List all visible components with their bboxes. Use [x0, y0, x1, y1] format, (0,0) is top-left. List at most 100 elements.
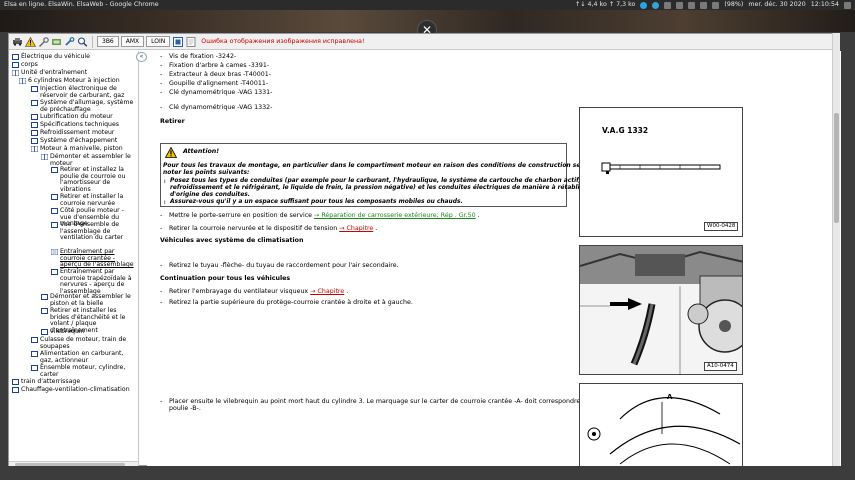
bullet: -: [160, 104, 163, 111]
clock-text[interactable]: 12:10:54: [811, 0, 839, 10]
page-icon: [51, 269, 58, 275]
figure-title: V.A.G 1332: [602, 126, 649, 135]
page-icon: [51, 208, 58, 214]
bullet: -: [160, 225, 163, 232]
print-icon[interactable]: [172, 36, 183, 47]
tree-item-ventilation-carter[interactable]: Vue d'ensemble de l'assemblage de ventil…: [51, 221, 135, 242]
keyboard-icon[interactable]: [676, 1, 684, 9]
figure-timing-belt: A: [579, 383, 743, 467]
open-book-icon: [11, 69, 20, 77]
page-icon[interactable]: [185, 36, 196, 47]
tools-icon[interactable]: [38, 36, 49, 47]
warning-bullet-1-cont: refroidissement et le réfrigérant, le li…: [170, 185, 610, 191]
tree-item-courroie-crantee[interactable]: Entraînement par courroie crantée - aper…: [50, 248, 135, 269]
step-text: Retirer l'embrayage du ventilateur visqu…: [169, 288, 349, 295]
step-text: Mettre le porte-serrure en position de s…: [169, 212, 480, 219]
elsawin-window: 3B6 AMX LOIN Ошибка отображения изображе…: [8, 33, 841, 467]
tree-item-train-atterrissage[interactable]: train d'atterrissage: [12, 378, 136, 386]
book-icon: [31, 130, 38, 136]
bullet: -: [160, 288, 163, 295]
torque-wrench-drawing: [601, 162, 721, 174]
status-message: Ошибка отображения изображения исправлен…: [201, 38, 365, 45]
bullet: -: [160, 62, 163, 69]
tree-item-poulie[interactable]: Retirer et installez la poulie de courro…: [51, 166, 135, 193]
tree-item-corps[interactable]: corps: [12, 61, 136, 69]
bullet: -: [160, 53, 163, 60]
bullet: -: [160, 89, 163, 96]
tree-item-piston-bielle[interactable]: Démonter et assembler le piston et la bi…: [41, 293, 135, 307]
car-icon[interactable]: [12, 36, 23, 47]
book-icon: [31, 86, 38, 92]
book-icon: [31, 114, 38, 120]
tree-item-vilebrequin[interactable]: vilebrequin: [41, 328, 135, 336]
tree-item-moteur-manivelle[interactable]: Moteur à manivelle, piston: [30, 145, 135, 153]
tree-item-echappement[interactable]: Système d'échappement: [31, 137, 135, 145]
settings-gear-icon[interactable]: [844, 1, 851, 9]
tree-item-lubrification[interactable]: Lubrification du moteur: [31, 113, 135, 121]
link-chapitre[interactable]: → Chapitre: [310, 288, 344, 295]
date-text[interactable]: mer. déc. 30 2020: [748, 0, 805, 10]
book-icon: [12, 62, 19, 68]
tree-item-allumage[interactable]: Système d'allumage, système de préchauff…: [31, 99, 135, 113]
section-heading-retirer: Retirer: [160, 118, 185, 125]
engine-3b6-button[interactable]: 3B6: [97, 36, 119, 47]
volume-icon[interactable]: [700, 1, 708, 9]
tool-item: Fixation d'arbre à cames -3391-: [169, 62, 270, 69]
tree-item-courroie-trapezoidale[interactable]: Entraînement par courroie trapézoïdale à…: [51, 268, 135, 295]
link-chapitre[interactable]: → Chapitre: [339, 225, 373, 232]
section-heading-climatisation: Véhicules avec système de climatisation: [160, 237, 304, 244]
engine-loin-button[interactable]: LOIN: [146, 36, 171, 47]
content-vertical-scrollbar[interactable]: [832, 33, 840, 466]
link-reparation-carrosserie[interactable]: → Réparation de carrosserie extérieure; …: [314, 212, 476, 219]
page-icon: [51, 222, 58, 228]
tree-item-ensemble-moteur[interactable]: Ensemble moteur, cylindre, carter: [31, 364, 135, 378]
bullet: -: [160, 80, 163, 87]
scrollbar-thumb[interactable]: [834, 113, 839, 223]
wrench-icon[interactable]: [64, 36, 75, 47]
bullet: -: [160, 398, 163, 405]
app-tray-icon[interactable]: [664, 1, 672, 9]
tree-item-culasse[interactable]: Culasse de moteur, train de soupapes: [31, 336, 135, 350]
warning-bullet-2: Assurez-vous qu'il y a un espace suffisa…: [170, 199, 463, 205]
bullet: -: [160, 299, 163, 306]
step-text: Retirez la partie supérieure du protège-…: [169, 299, 413, 306]
toolbar-separator: [92, 35, 93, 48]
figure-torque-wrench: V.A.G 1332 W00-0428: [579, 107, 743, 237]
tool-item: Clé dynamométrique -VAG 1331-: [169, 89, 273, 96]
tool-item: Vis de fixation -3242-: [169, 53, 237, 60]
page-icon: [51, 167, 58, 173]
engine-amx-button[interactable]: AMX: [120, 36, 145, 47]
search-icon[interactable]: [77, 36, 88, 47]
open-book-icon: [30, 145, 39, 153]
tree-item-alimentation[interactable]: Alimentation en carburant, gaz, actionne…: [31, 350, 135, 364]
figure-marker-a: A: [667, 393, 673, 401]
tree-item-chauffage[interactable]: Chauffage-ventilation-climatisation: [12, 386, 136, 394]
book-icon: [31, 365, 38, 371]
diagnostic-icon[interactable]: [51, 36, 62, 47]
telegram-icon[interactable]: [652, 1, 660, 9]
open-book-icon: [40, 153, 49, 161]
tree-item-injection[interactable]: Injection électronique de réservoir de c…: [31, 85, 135, 99]
battery-icon[interactable]: [712, 1, 720, 9]
skype-icon[interactable]: [640, 1, 648, 9]
warning-bullet-1: Posez tous les types de conduites (par e…: [170, 178, 624, 184]
tree-item-courroie-nervuree[interactable]: Retirer et installer la courroie nervuré…: [51, 193, 135, 207]
bullet: -: [160, 212, 163, 219]
collapse-panel-button[interactable]: «: [136, 52, 147, 62]
tree-item-refroidissement[interactable]: Refroidissement moteur: [31, 129, 135, 137]
battery-level: (98%): [724, 1, 744, 8]
open-book-icon: [18, 77, 27, 85]
tree-item-specifications[interactable]: Spécifications techniques: [31, 121, 135, 129]
tool-item: Goupille d'alignement -T40011-: [169, 80, 269, 87]
tree-item-unite-entrainement[interactable]: Unité d'entraînement: [11, 69, 136, 77]
page-icon: [50, 248, 59, 256]
tool-item: Clé dynamométrique -VAG 1332-: [169, 104, 273, 111]
book-icon: [12, 54, 19, 60]
step-text: Placer ensuite le vilebrequin au point m…: [169, 398, 636, 405]
bullet: -: [160, 262, 163, 269]
warning-icon[interactable]: [25, 36, 36, 47]
tree-item-6-cylindres[interactable]: 6 cylindres Moteur à injection: [18, 77, 136, 85]
book-icon: [31, 122, 38, 128]
network-icon[interactable]: [688, 1, 696, 9]
tree-item-electrique[interactable]: Électrique du véhicule: [12, 53, 136, 61]
